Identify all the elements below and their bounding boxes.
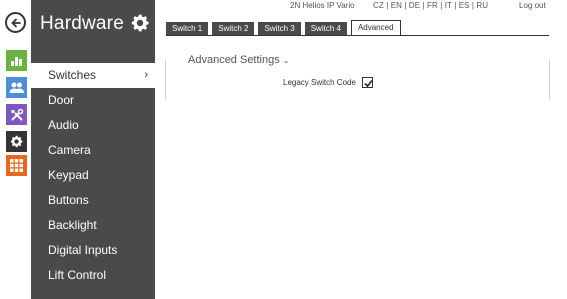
language-en[interactable]: EN [391, 1, 402, 10]
sidebar-item-camera[interactable]: Camera [31, 138, 155, 163]
sidebar-menu: Switches › Door Audio Camera Keypad Butto… [31, 63, 155, 288]
language-it[interactable]: IT [445, 1, 452, 10]
tab-bar: Switch 1 Switch 2 Switch 3 Switch 4 Adva… [166, 20, 405, 36]
sidebar-item-backlight[interactable]: Backlight [31, 213, 155, 238]
sidebar-item-buttons[interactable]: Buttons [31, 188, 155, 213]
tab-divider [166, 35, 549, 36]
sidebar-item-switches[interactable]: Switches › [31, 63, 155, 88]
sidebar-item-label: Camera [48, 143, 91, 157]
back-icon[interactable] [5, 12, 26, 33]
sidebar-item-label: Lift Control [48, 268, 107, 282]
logout-link[interactable]: Log out [519, 1, 546, 10]
sidebar-item-lift-control[interactable]: Lift Control [31, 263, 155, 288]
sidebar-item-audio[interactable]: Audio [31, 113, 155, 138]
sidebar-item-label: Backlight [48, 218, 97, 232]
checkmark-icon [363, 79, 373, 87]
top-bar: 2N Helios IP Vario CZ | EN | DE | FR | I… [155, 0, 567, 14]
language-cz[interactable]: CZ [373, 1, 384, 10]
tab-switch-3[interactable]: Switch 3 [258, 22, 301, 35]
chevron-down-icon: ⌄ [282, 56, 290, 65]
language-fr[interactable]: FR [427, 1, 438, 10]
sidebar-item-label: Door [48, 93, 75, 107]
gear-icon [129, 12, 151, 34]
sidebar-item-label: Keypad [48, 168, 89, 182]
sidebar-item-door[interactable]: Door [31, 88, 155, 113]
sidebar-item-label: Digital Inputs [48, 243, 118, 257]
legacy-switch-code-label: Legacy Switch Code [283, 78, 356, 87]
status-icon[interactable] [6, 50, 27, 71]
language-ru[interactable]: RU [476, 1, 488, 10]
tab-switch-1[interactable]: Switch 1 [166, 22, 209, 35]
tab-advanced[interactable]: Advanced [350, 20, 401, 35]
language-de[interactable]: DE [409, 1, 420, 10]
tab-switch-4[interactable]: Switch 4 [304, 22, 347, 35]
users-icon[interactable] [6, 77, 27, 98]
sidebar-item-label: Buttons [48, 193, 89, 207]
section-header[interactable]: Advanced Settings ⌄ [184, 54, 294, 66]
legacy-switch-code-checkbox[interactable] [362, 77, 373, 88]
icon-rail [0, 0, 31, 299]
apps-icon[interactable] [6, 155, 27, 176]
page-title: Hardware [40, 13, 124, 34]
chevron-right-icon: › [144, 69, 148, 81]
sidebar-item-label: Audio [48, 118, 79, 132]
section-title: Advanced Settings [188, 54, 280, 66]
product-name: 2N Helios IP Vario [290, 1, 355, 10]
sidebar-item-digital-inputs[interactable]: Digital Inputs [31, 238, 155, 263]
sidebar-item-label: Switches [48, 68, 97, 82]
tab-switch-2[interactable]: Switch 2 [212, 22, 255, 35]
language-es[interactable]: ES [459, 1, 470, 10]
tools-icon[interactable] [6, 104, 27, 125]
sidebar-item-keypad[interactable]: Keypad [31, 163, 155, 188]
language-selector: CZ | EN | DE | FR | IT | ES | RU [373, 1, 489, 10]
sidebar: Hardware Switches › Door Audio Camera Key… [31, 0, 155, 299]
settings-icon[interactable] [6, 131, 27, 152]
